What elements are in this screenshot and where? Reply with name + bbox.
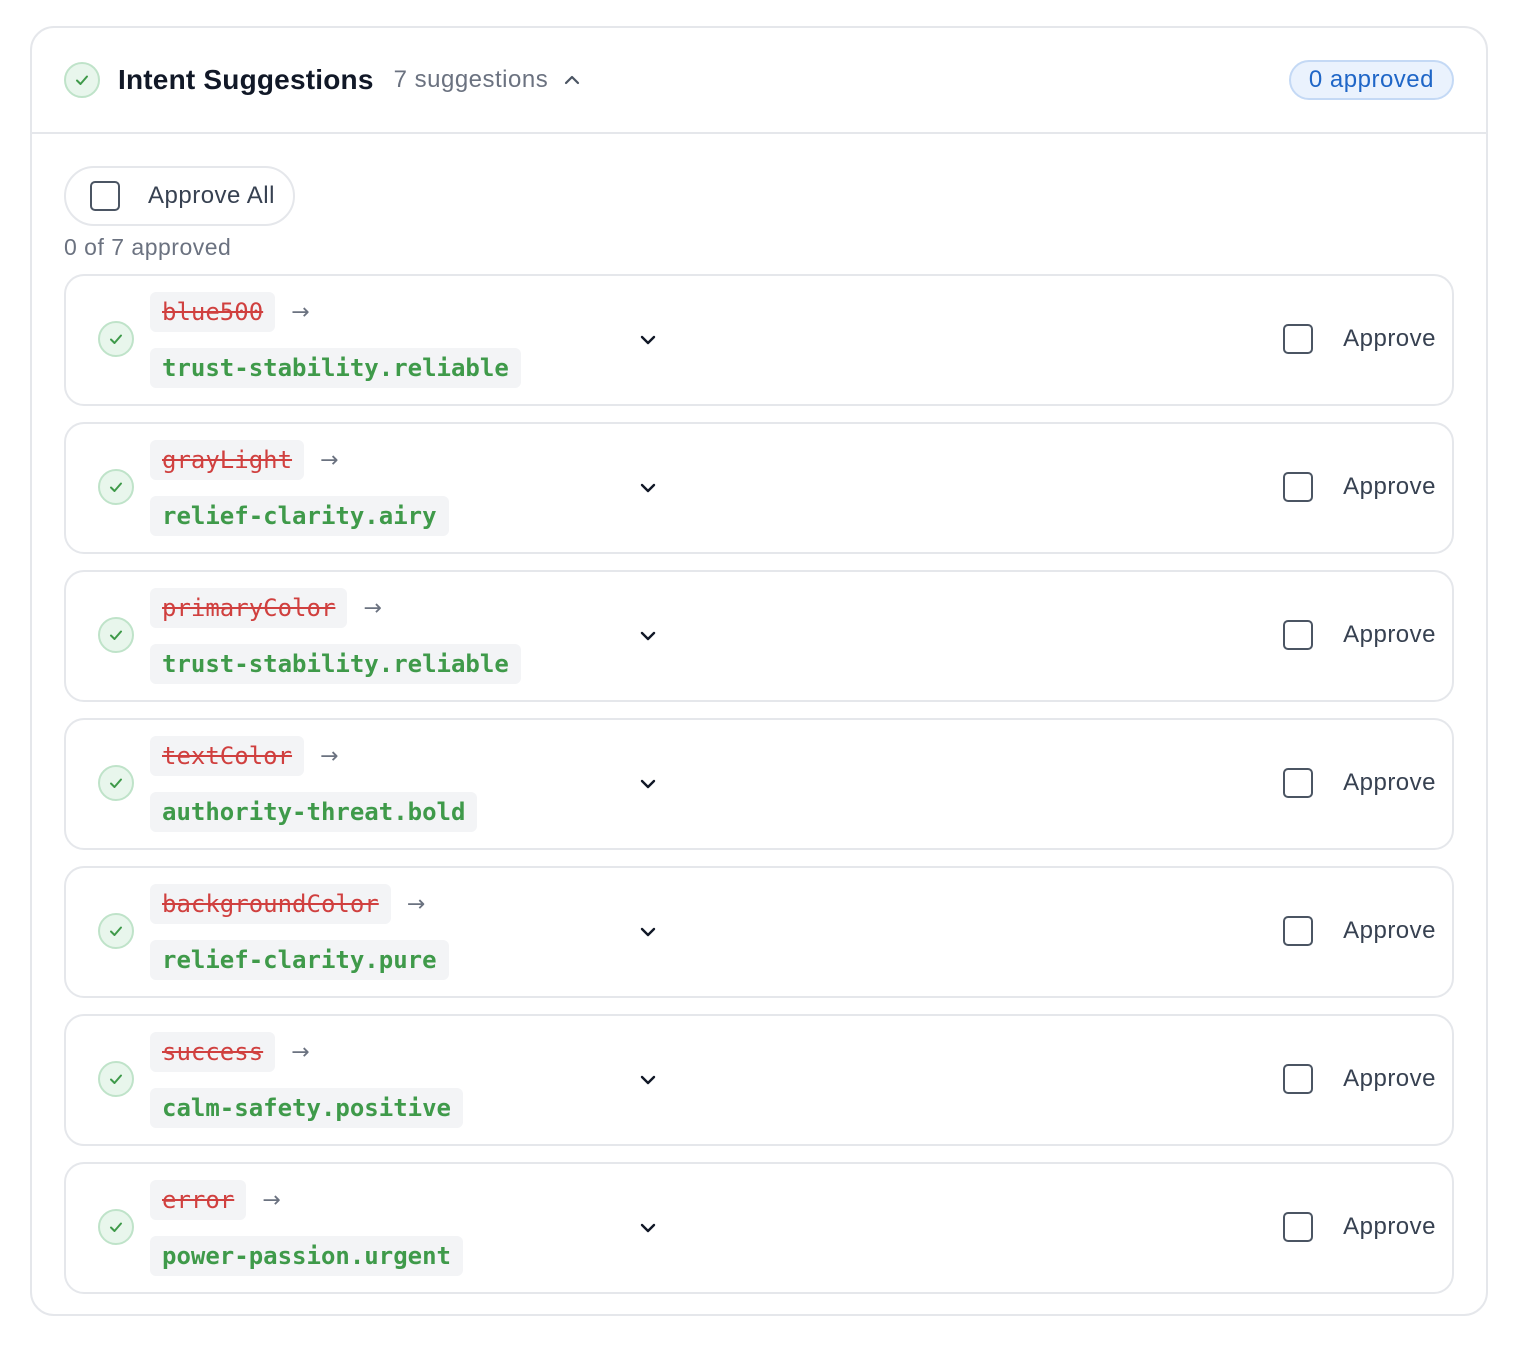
- arrow-right-icon: →: [406, 891, 426, 917]
- approve-label: Approve: [1343, 1213, 1436, 1240]
- approve-checkbox[interactable]: [1283, 472, 1314, 502]
- approve-control[interactable]: Approve: [1283, 768, 1436, 798]
- approve-all-label: Approve All: [148, 182, 275, 209]
- chevron-down-icon[interactable]: [636, 1216, 660, 1240]
- suggestion-card: backgroundColor → relief-clarity.pure Ap…: [64, 866, 1454, 998]
- approve-control[interactable]: Approve: [1283, 620, 1436, 650]
- approve-checkbox[interactable]: [1283, 620, 1314, 650]
- new-token-name: trust-stability.reliable: [150, 644, 521, 684]
- new-token-name: trust-stability.reliable: [150, 348, 521, 388]
- old-token-name: grayLight: [150, 440, 305, 480]
- check-circle-icon: [98, 617, 134, 653]
- chevron-down-icon[interactable]: [636, 920, 660, 944]
- old-token-name: error: [150, 1180, 247, 1220]
- old-token-name: textColor: [150, 736, 305, 776]
- approve-checkbox[interactable]: [1283, 916, 1314, 946]
- approve-control[interactable]: Approve: [1283, 324, 1436, 354]
- check-circle-icon: [98, 1209, 134, 1245]
- suggestion-card: grayLight → relief-clarity.airy Approve: [64, 422, 1454, 554]
- approve-all-checkbox[interactable]: [90, 181, 120, 211]
- new-token-name: relief-clarity.airy: [150, 496, 449, 536]
- arrow-right-icon: →: [291, 1039, 310, 1065]
- suggestion-count: 7 suggestions: [393, 66, 549, 93]
- check-circle-icon: [64, 62, 100, 98]
- approve-label: Approve: [1343, 621, 1436, 648]
- old-token-name: success: [150, 1032, 276, 1072]
- arrow-right-icon: →: [320, 743, 339, 769]
- approved-summary: 0 of 7 approved: [64, 234, 232, 260]
- new-token-name: relief-clarity.pure: [150, 940, 449, 980]
- arrow-right-icon: →: [262, 1187, 281, 1213]
- panel-title: Intent Suggestions: [118, 64, 374, 95]
- approve-label: Approve: [1343, 325, 1436, 352]
- token-mapping: blue500 → trust-stability.reliable: [150, 292, 521, 388]
- approve-all-toggle[interactable]: Approve All: [64, 166, 295, 226]
- new-token-name: calm-safety.positive: [150, 1088, 463, 1128]
- old-token-name: backgroundColor: [150, 884, 391, 924]
- intent-suggestions-panel: Intent Suggestions 7 suggestions 0 appro…: [30, 26, 1488, 1316]
- suggestion-card: success → calm-safety.positive Approve: [64, 1014, 1454, 1146]
- token-mapping: error → power-passion.urgent: [150, 1180, 463, 1276]
- approve-label: Approve: [1343, 1065, 1436, 1092]
- token-mapping: grayLight → relief-clarity.airy: [150, 440, 449, 536]
- suggestion-card: blue500 → trust-stability.reliable Appro…: [64, 274, 1454, 406]
- chevron-down-icon[interactable]: [636, 476, 660, 500]
- approve-control[interactable]: Approve: [1283, 472, 1436, 502]
- approve-label: Approve: [1343, 769, 1436, 796]
- arrow-right-icon: →: [291, 299, 310, 325]
- suggestion-list: blue500 → trust-stability.reliable Appro…: [64, 274, 1454, 1294]
- check-circle-icon: [98, 765, 134, 801]
- approve-control[interactable]: Approve: [1283, 916, 1436, 946]
- token-mapping: textColor → authority-threat.bold: [150, 736, 478, 832]
- chevron-down-icon[interactable]: [636, 328, 660, 352]
- suggestion-card: error → power-passion.urgent Approve: [64, 1162, 1454, 1294]
- arrow-right-icon: →: [320, 447, 339, 473]
- new-token-name: authority-threat.bold: [150, 792, 478, 832]
- chevron-up-icon[interactable]: [562, 70, 582, 90]
- token-mapping: backgroundColor → relief-clarity.pure: [150, 884, 449, 980]
- chevron-down-icon[interactable]: [636, 772, 660, 796]
- arrow-right-icon: →: [363, 595, 382, 621]
- chevron-down-icon[interactable]: [636, 624, 660, 648]
- token-mapping: success → calm-safety.positive: [150, 1032, 463, 1128]
- new-token-name: power-passion.urgent: [150, 1236, 463, 1276]
- approve-label: Approve: [1343, 473, 1436, 500]
- approve-checkbox[interactable]: [1283, 768, 1314, 798]
- panel-body: Approve All 0 of 7 approved blue500 → tr…: [32, 134, 1486, 1294]
- approve-label: Approve: [1343, 917, 1436, 944]
- chevron-down-icon[interactable]: [636, 1068, 660, 1092]
- token-mapping: primaryColor → trust-stability.reliable: [150, 588, 521, 684]
- approve-control[interactable]: Approve: [1283, 1212, 1436, 1242]
- old-token-name: blue500: [150, 292, 276, 332]
- approve-control[interactable]: Approve: [1283, 1064, 1436, 1094]
- check-circle-icon: [98, 1061, 134, 1097]
- approve-checkbox[interactable]: [1283, 1212, 1314, 1242]
- suggestion-card: primaryColor → trust-stability.reliable …: [64, 570, 1454, 702]
- check-circle-icon: [98, 469, 134, 505]
- panel-header: Intent Suggestions 7 suggestions 0 appro…: [32, 28, 1486, 134]
- old-token-name: primaryColor: [150, 588, 348, 628]
- check-circle-icon: [98, 321, 134, 357]
- approve-checkbox[interactable]: [1283, 324, 1314, 354]
- suggestion-card: textColor → authority-threat.bold Approv…: [64, 718, 1454, 850]
- check-circle-icon: [98, 913, 134, 949]
- approve-checkbox[interactable]: [1283, 1064, 1314, 1094]
- approved-count-badge: 0 approved: [1288, 60, 1454, 100]
